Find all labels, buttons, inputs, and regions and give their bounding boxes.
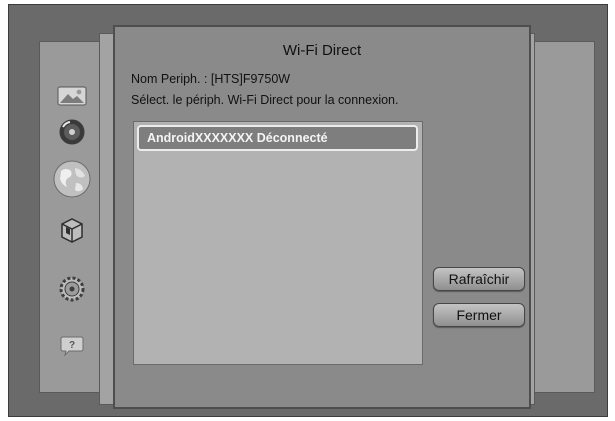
dialog-title: Wi-Fi Direct bbox=[282, 42, 362, 59]
music-disc-icon[interactable] bbox=[49, 115, 95, 149]
help-icon[interactable]: ? bbox=[49, 329, 95, 363]
device-name-label: Nom Periph. : [HTS]F9750W bbox=[131, 72, 291, 86]
wifi-direct-dialog: Wi-Fi Direct Nom Periph. : [HTS]F9750W S… bbox=[113, 25, 531, 409]
instruction-text: Sélect. le périph. Wi-Fi Direct pour la … bbox=[131, 93, 399, 107]
picture-icon[interactable] bbox=[49, 79, 95, 113]
list-item-device[interactable]: AndroidXXXXXXX Déconnecté bbox=[137, 125, 418, 151]
close-button[interactable]: Fermer bbox=[433, 303, 525, 327]
box-icon[interactable] bbox=[49, 213, 95, 247]
globe-icon[interactable] bbox=[49, 157, 95, 201]
gear-icon[interactable] bbox=[49, 271, 95, 307]
svg-text:?: ? bbox=[69, 340, 75, 351]
sidebar: ? bbox=[49, 77, 95, 367]
tv-screen: ? Wi-Fi Direct Nom Periph. : [HTS]F9750W… bbox=[8, 4, 608, 417]
device-list: AndroidXXXXXXX Déconnecté bbox=[133, 121, 423, 365]
refresh-button[interactable]: Rafraîchir bbox=[433, 267, 525, 291]
